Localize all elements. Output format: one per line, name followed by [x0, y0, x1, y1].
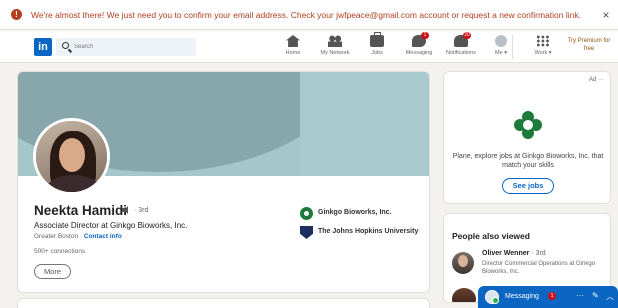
- avatar[interactable]: [452, 288, 476, 302]
- ad-label[interactable]: Ad ···: [589, 77, 604, 83]
- ad-text: Plane, explore jobs at Ginkgo Bioworks, …: [452, 153, 604, 169]
- search-icon: [62, 42, 69, 49]
- ginkgo-logo-icon: [514, 111, 542, 139]
- compose-icon[interactable]: ✎: [592, 291, 599, 300]
- person-degree: · 3rd: [531, 250, 546, 257]
- nav-label: My Network: [320, 50, 350, 56]
- speaker-icon[interactable]: [122, 206, 130, 214]
- more-button[interactable]: More: [34, 264, 71, 279]
- location-text: Greater Boston ·: [34, 233, 83, 240]
- messaging-badge: 1: [548, 292, 556, 300]
- chevron-up-icon[interactable]: ︿: [606, 291, 614, 302]
- search-box[interactable]: [56, 38, 196, 56]
- person-name[interactable]: Oliver Wenner · 3rd: [482, 250, 546, 257]
- nav-item-home[interactable]: Home: [270, 34, 316, 62]
- try-premium-link[interactable]: Try Premium for free: [562, 37, 616, 53]
- profile-name: Neekta Hamidi: [34, 203, 128, 218]
- connection-degree: · 3rd: [134, 207, 149, 214]
- avatar-icon: [495, 35, 507, 47]
- bell-icon: 20: [454, 32, 471, 47]
- person-title: Director Commercial Operations at Ginkgo…: [482, 261, 596, 275]
- notifications-badge: 20: [463, 32, 471, 39]
- messaging-icon: 1: [412, 32, 429, 47]
- profile-headline: Associate Director at Ginkgo Bioworks, I…: [34, 221, 188, 230]
- nav-item-my-network[interactable]: My Network: [312, 34, 358, 62]
- university-shield-icon: [300, 226, 313, 239]
- nav-label: Work ▾: [534, 50, 552, 56]
- school-name: The Johns Hopkins University: [318, 228, 419, 235]
- nav-label: Home: [285, 50, 301, 56]
- next-section-card: [17, 298, 430, 308]
- see-jobs-button[interactable]: See jobs: [502, 178, 554, 194]
- nav-divider: [512, 35, 513, 59]
- company-name: Ginkgo Bioworks, Inc.: [318, 209, 392, 216]
- banner-message[interactable]: We're almost there! We just need you to …: [31, 10, 581, 20]
- linkedin-logo[interactable]: in: [34, 38, 52, 56]
- nav-item-messaging[interactable]: 1 Messaging: [396, 32, 442, 62]
- more-icon[interactable]: ···: [576, 291, 584, 300]
- jobs-icon: [370, 32, 384, 47]
- person-item[interactable]: Oliver Wenner · 3rd Director Commercial …: [452, 250, 607, 284]
- nav-item-jobs[interactable]: Jobs: [354, 32, 400, 62]
- grid-icon: [536, 35, 550, 47]
- avatar: [485, 290, 499, 304]
- global-nav: in Home My Network Jobs 1 Messaging 20 N…: [0, 31, 618, 63]
- nav-item-work[interactable]: Work ▾: [520, 34, 566, 62]
- warning-icon: !: [11, 9, 22, 20]
- close-icon[interactable]: ×: [599, 8, 613, 22]
- contact-info-link[interactable]: Contact info: [84, 233, 122, 240]
- section-title: People also viewed: [452, 231, 530, 241]
- search-input[interactable]: [74, 41, 186, 53]
- ad-card: Ad ··· Plane, explore jobs at Ginkgo Bio…: [443, 71, 611, 204]
- profile-location: Greater Boston · Contact info: [34, 233, 122, 240]
- nav-label: Messaging: [405, 50, 433, 56]
- nav-label: Jobs: [371, 50, 383, 56]
- nav-label: Me ▾: [495, 50, 507, 56]
- ginkgo-logo-icon: [300, 207, 313, 220]
- profile-card: Neekta Hamidi · 3rd Associate Director a…: [17, 71, 430, 293]
- messaging-badge: 1: [421, 32, 429, 39]
- connections-count: 500+ connections: [34, 248, 86, 255]
- home-icon: [286, 35, 300, 47]
- profile-photo[interactable]: [33, 118, 110, 195]
- network-icon: [328, 35, 342, 47]
- messaging-label: Messaging: [505, 293, 539, 300]
- nav-item-me[interactable]: Me ▾: [478, 34, 524, 62]
- avatar[interactable]: [452, 252, 474, 274]
- messaging-overlay[interactable]: Messaging 1 ··· ✎ ︿: [478, 286, 618, 308]
- email-confirm-banner: ! We're almost there! We just need you t…: [0, 0, 618, 30]
